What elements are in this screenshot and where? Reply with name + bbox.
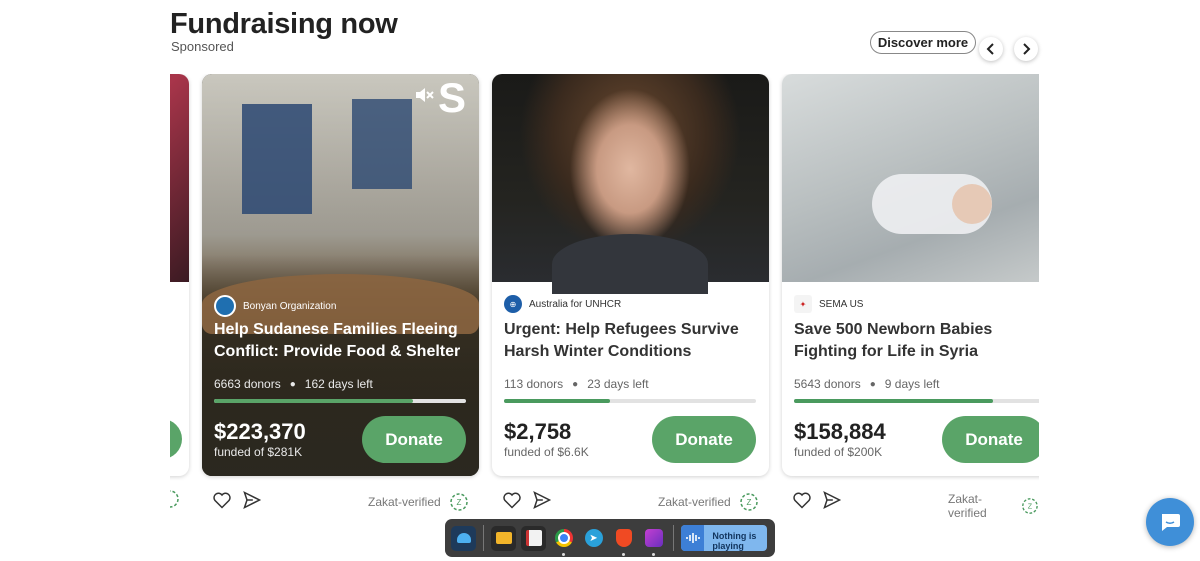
donor-count: 113 donors [504, 377, 564, 391]
donor-count: 5643 donors [794, 377, 861, 391]
mute-icon [416, 88, 434, 102]
organization: ✦ SEMA US [794, 295, 863, 313]
share-icon[interactable] [532, 490, 552, 510]
progress-fill [504, 399, 610, 403]
media-player-widget[interactable]: Nothing is playing [681, 525, 767, 551]
svg-text:Z: Z [746, 498, 751, 507]
zakat-label: Zakat-verified [368, 495, 441, 509]
zakat-badge-icon: Z [1022, 498, 1038, 514]
separator-dot: ● [289, 378, 296, 390]
progress-fill [794, 399, 994, 403]
campaign-title[interactable]: Save 500 Newborn Babies Fighting for Lif… [794, 319, 1039, 363]
finder-icon[interactable] [451, 525, 476, 551]
dock-separator [483, 525, 484, 551]
progress-bar [214, 399, 466, 403]
campaign-title[interactable]: Urgent: Help Refugees Survive Harsh Wint… [504, 319, 762, 363]
next-button[interactable] [1014, 37, 1038, 61]
donate-button[interactable]: Donate [362, 416, 466, 463]
organization-name: Bonyan Organization [243, 300, 337, 312]
donor-count: 6663 donors [214, 377, 281, 391]
zakat-label: Zakat-verified [948, 492, 987, 520]
heart-icon[interactable] [792, 490, 812, 510]
chevron-left-icon [986, 43, 994, 55]
campaign-image [170, 74, 189, 282]
zakat-badge-icon: Z [449, 493, 468, 511]
organization-logo: ⊕ [504, 295, 522, 313]
heart-icon[interactable] [212, 490, 232, 510]
notes-icon[interactable] [641, 526, 666, 556]
progress-fill [214, 399, 414, 403]
share-icon[interactable] [242, 490, 262, 510]
zakat-verified: Zakat-verified Z [658, 492, 759, 512]
card-actions [212, 489, 262, 511]
share-icon[interactable] [822, 490, 842, 510]
zakat-badge-partial [170, 489, 180, 514]
now-playing-text: Nothing is playing [712, 531, 757, 551]
organization-name: Australia for UNHCR [529, 298, 622, 310]
page-title: Fundraising now [170, 8, 398, 40]
campaign-image [492, 74, 769, 294]
amount-raised: $2,758 [504, 419, 572, 444]
zakat-verified: Zakat-verified Z [948, 492, 1039, 520]
days-left: 162 days left [304, 377, 373, 391]
organization-logo: ✦ [794, 295, 812, 313]
days-left: 23 days left [587, 377, 649, 391]
editor-icon[interactable] [521, 525, 546, 551]
donate-button[interactable]: Donate [942, 416, 1039, 463]
funding-goal: funded of $6.6K [504, 445, 589, 459]
campaign-card[interactable]: S Bonyan Organization Help Sudanese Fami… [202, 74, 479, 476]
progress-bar [504, 399, 756, 403]
files-icon[interactable] [491, 525, 516, 551]
svg-text:Z: Z [456, 498, 461, 507]
svg-text:Z: Z [1028, 503, 1033, 511]
heart-icon[interactable] [502, 490, 522, 510]
campaign-title[interactable]: Help Sudanese Families Fleeing Conflict:… [214, 319, 472, 363]
campaign-card[interactable]: ✦ SEMA US Save 500 Newborn Babies Fighti… [782, 74, 1039, 476]
video-caption: S [438, 74, 467, 121]
dock-separator [673, 525, 674, 551]
funding-goal: funded of $200K [794, 445, 883, 459]
donate-button[interactable] [170, 419, 182, 459]
chat-launcher-button[interactable] [1146, 498, 1194, 546]
zakat-label: Zakat-verified [658, 495, 731, 509]
taskbar-dock: ➤ Nothing is playing [445, 519, 775, 557]
sound-toggle[interactable] [414, 86, 434, 109]
amount-raised: $223,370 [214, 419, 306, 444]
telegram-icon[interactable]: ➤ [581, 526, 606, 551]
organization-name: SEMA US [819, 298, 864, 310]
audio-wave-icon [681, 525, 705, 551]
amount-raised: $158,884 [794, 419, 886, 444]
organization: ⊕ Australia for UNHCR [504, 295, 621, 313]
prev-button[interactable] [979, 37, 1003, 61]
separator-dot: ● [869, 378, 876, 390]
discover-more-button[interactable]: Discover more [870, 31, 976, 54]
organization-logo [214, 295, 236, 317]
zakat-verified: Zakat-verified Z [368, 492, 469, 512]
zakat-badge-icon: Z [739, 493, 758, 511]
chat-icon [1162, 514, 1180, 531]
chevron-right-icon [1023, 43, 1031, 55]
organization: Bonyan Organization [214, 295, 336, 317]
campaign-carousel: S Bonyan Organization Help Sudanese Fami… [170, 74, 1039, 520]
card-actions [792, 489, 842, 511]
sponsored-label: Sponsored [171, 39, 234, 54]
days-left: 9 days left [884, 377, 940, 391]
progress-bar [794, 399, 1039, 403]
donate-button[interactable]: Donate [652, 416, 756, 463]
chrome-icon[interactable] [551, 526, 576, 556]
brave-icon[interactable] [611, 526, 636, 556]
card-actions [502, 489, 552, 511]
campaign-card-partial[interactable] [170, 74, 189, 476]
campaign-image [782, 74, 1039, 282]
separator-dot: ● [572, 378, 579, 390]
campaign-card[interactable]: ⊕ Australia for UNHCR Urgent: Help Refug… [492, 74, 769, 476]
funding-goal: funded of $281K [214, 445, 303, 459]
